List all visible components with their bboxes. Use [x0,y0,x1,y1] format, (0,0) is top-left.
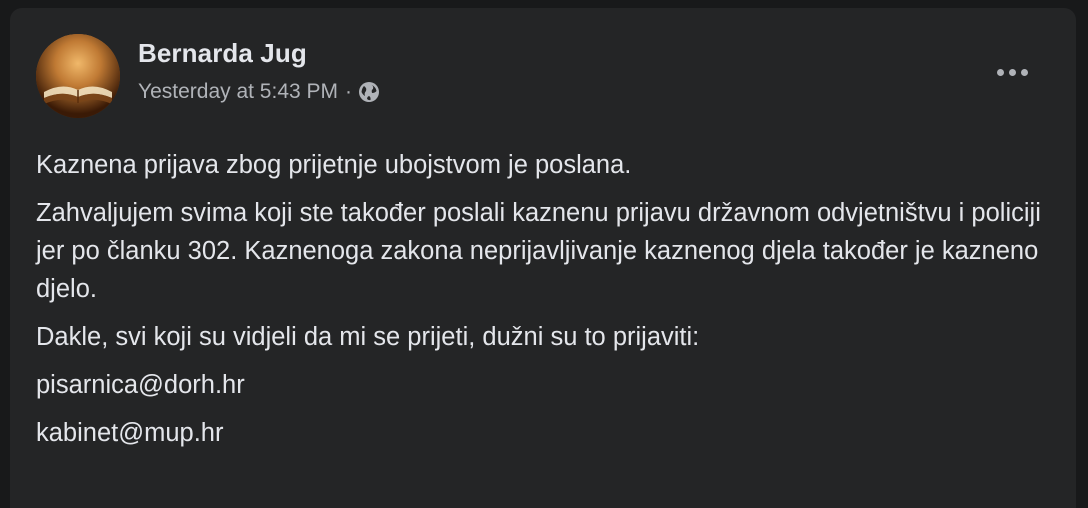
avatar[interactable] [36,34,120,118]
meta-separator: · [345,80,353,103]
more-dot [1008,68,1016,76]
post-paragraph: Kaznena prijava zbog prijetnje ubojstvom… [36,151,632,179]
post-body: Kaznena prijava zbog prijetnje ubojstvom… [36,146,1046,452]
email-line: pisarnica@dorh.hr [36,366,1046,404]
more-dot [996,68,1004,76]
post-paragraph: Zahvaljujem svima koji ste također posla… [36,199,1041,303]
email-link-dorh[interactable]: pisarnica@dorh.hr [36,371,245,399]
author-name[interactable]: Bernarda Jug [138,38,307,69]
post-paragraph: Dakle, svi koji su vidjeli da mi se prij… [36,323,700,351]
more-options-icon[interactable] [992,58,1032,86]
more-dot [1020,68,1028,76]
avatar-image [36,34,120,118]
post-timestamp[interactable]: Yesterday at 5:43 PM [138,80,338,104]
post-card: Bernarda Jug Yesterday at 5:43 PM · Kazn… [10,8,1076,508]
globe-icon[interactable] [358,81,380,103]
email-line: kabinet@mup.hr [36,414,1046,452]
email-link-mup[interactable]: kabinet@mup.hr [36,419,223,447]
post-meta: Yesterday at 5:43 PM · [138,80,380,104]
